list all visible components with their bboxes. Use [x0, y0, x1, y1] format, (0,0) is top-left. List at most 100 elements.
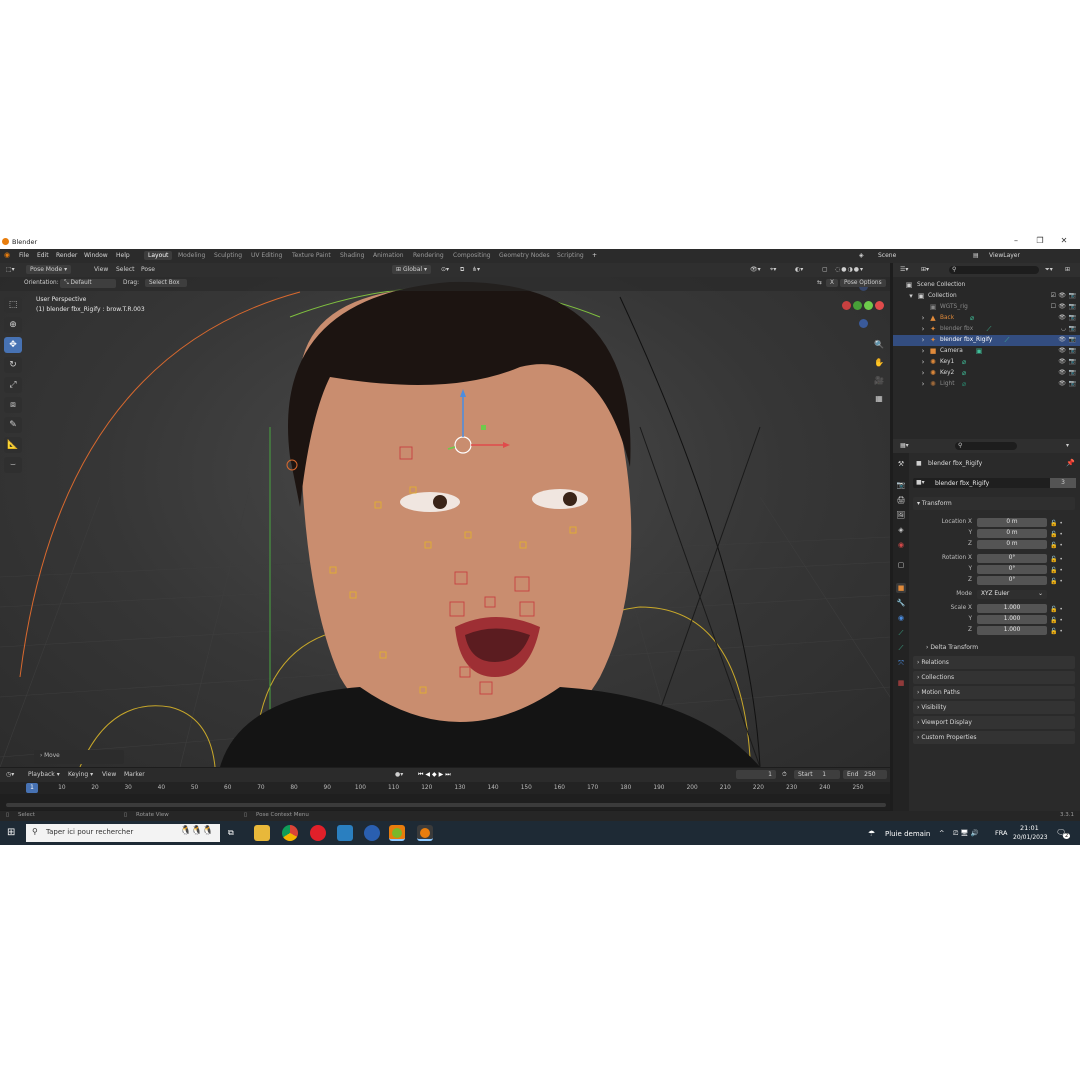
- list-item-wgts[interactable]: ▣ WGTS_rig ☐ 👁 📷: [893, 302, 1080, 313]
- list-item-light[interactable]: › ✺ Light ⌀ 👁 📷: [893, 379, 1080, 390]
- eye-icon[interactable]: 👁: [1058, 369, 1066, 376]
- data-tab-icon[interactable]: ⤧: [896, 658, 906, 668]
- rotation-z-field[interactable]: 0°: [977, 576, 1047, 585]
- timeline-ruler[interactable]: 1 10 20 30 40 50 60 70 80 90 100 110 120 130 140 150 160…: [0, 782, 890, 794]
- expand-icon[interactable]: ›: [919, 347, 927, 355]
- menu-timeline-view[interactable]: View: [102, 771, 116, 778]
- gizmo-neg-z-axis[interactable]: [859, 319, 868, 328]
- viewlayer-name[interactable]: ViewLayer: [989, 252, 1020, 259]
- eye-icon[interactable]: 👁: [1058, 303, 1066, 310]
- tab-uv-editing[interactable]: UV Editing: [251, 252, 282, 259]
- tab-geometry-nodes[interactable]: Geometry Nodes: [499, 252, 550, 259]
- scene-tab-icon[interactable]: ◈: [896, 525, 906, 535]
- outliner-search-input[interactable]: ⚲: [949, 266, 1039, 274]
- current-frame-field[interactable]: 1: [736, 770, 776, 779]
- list-item-collection[interactable]: ▾ ▣ Collection ☑ 👁 📷: [893, 291, 1080, 302]
- drag-dropdown[interactable]: Select Box: [145, 279, 187, 287]
- location-x-field[interactable]: 0 m: [977, 518, 1047, 527]
- mirror-x-toggle[interactable]: X: [826, 279, 838, 287]
- tab-layout[interactable]: Layout: [144, 251, 173, 260]
- eye-icon[interactable]: 👁: [1058, 314, 1066, 321]
- render-icon[interactable]: 📷: [1069, 292, 1076, 299]
- gizmo-y-axis[interactable]: [864, 301, 873, 310]
- clock-time[interactable]: 21:01: [1020, 824, 1039, 832]
- xray-icon[interactable]: ▢: [822, 266, 828, 273]
- expand-icon[interactable]: ›: [919, 369, 927, 377]
- end-frame-field[interactable]: End 250: [843, 770, 887, 779]
- menu-playback[interactable]: Playback ▾: [28, 771, 60, 778]
- properties-options-icon[interactable]: ▾: [1066, 442, 1069, 449]
- pose-options-dropdown[interactable]: Pose Options: [840, 279, 886, 287]
- maximize-icon[interactable]: ❐: [1034, 236, 1046, 245]
- grid-view-icon[interactable]: ▦: [873, 393, 885, 405]
- display-mode-icon[interactable]: ⊞▾: [921, 266, 929, 273]
- clock-date[interactable]: 20/01/2023: [1013, 834, 1048, 841]
- viewlayer-icon[interactable]: ▤: [973, 252, 979, 259]
- properties-search-input[interactable]: ⚲: [955, 442, 1017, 450]
- texture-tab-icon[interactable]: ▦: [896, 678, 906, 688]
- active-app-icon[interactable]: [389, 825, 405, 841]
- c-app-icon[interactable]: [364, 825, 380, 841]
- eye-icon[interactable]: 👁: [1058, 358, 1066, 365]
- render-icon[interactable]: 📷: [1069, 325, 1076, 332]
- windows-start-icon[interactable]: ⊞: [7, 827, 15, 838]
- lock-icons-column[interactable]: 🔓 • 🔓 • 🔓 •: [1050, 518, 1063, 551]
- rotation-x-field[interactable]: 0°: [977, 554, 1047, 563]
- minimize-icon[interactable]: –: [1010, 236, 1022, 245]
- orientation-dropdown[interactable]: ⤡ Default: [60, 279, 116, 288]
- camera-view-icon[interactable]: 🎥: [873, 375, 885, 387]
- mirror-icon[interactable]: ⇆: [817, 280, 822, 286]
- object-tab-icon[interactable]: ■: [896, 583, 906, 593]
- overlay-toggle-icon[interactable]: ◐▾: [795, 266, 803, 273]
- transform-tool-icon[interactable]: ⧈: [4, 397, 22, 413]
- transform-section-header[interactable]: ▾ Transform: [913, 497, 1075, 510]
- move-tool-icon[interactable]: ✥: [4, 337, 22, 353]
- render-icon[interactable]: 📷: [1069, 358, 1076, 365]
- render-icon[interactable]: 📷: [1069, 369, 1076, 376]
- modifiers-tab-icon[interactable]: 🔧: [896, 598, 906, 608]
- timeline-scrollbar[interactable]: [6, 803, 886, 807]
- render-icon[interactable]: 📷: [1069, 347, 1076, 354]
- collection-tab-icon[interactable]: ▢: [896, 560, 906, 570]
- eye-icon[interactable]: 👁: [1058, 292, 1066, 299]
- chrome-icon[interactable]: [282, 825, 298, 841]
- snap-icon[interactable]: ⧉: [460, 266, 464, 274]
- view-layer-tab-icon[interactable]: 🖼: [896, 510, 906, 520]
- scale-tool-icon[interactable]: ⤢: [4, 377, 22, 393]
- tab-compositing[interactable]: Compositing: [453, 252, 491, 259]
- cursor-tool-icon[interactable]: ⊕: [4, 317, 22, 333]
- menu-select[interactable]: Select: [116, 266, 135, 273]
- editor-type-icon[interactable]: ⬚▾: [6, 266, 15, 273]
- object-name-field[interactable]: ■▾ blender fbx_Rigify 3: [913, 478, 1076, 488]
- gizmo-neg-y-axis[interactable]: [853, 301, 862, 310]
- scale-x-field[interactable]: 1.000: [977, 604, 1047, 613]
- new-collection-icon[interactable]: ⊞: [1065, 266, 1070, 273]
- pin-icon[interactable]: 📌: [1066, 459, 1075, 467]
- start-frame-field[interactable]: Start 1: [794, 770, 840, 779]
- measure-tool-icon[interactable]: 📐: [4, 437, 22, 453]
- pivot-icon[interactable]: ⊙▾: [441, 266, 449, 273]
- scene-icon[interactable]: ◈: [859, 252, 864, 259]
- tray-status-icons[interactable]: ⎚ 🖥 🔊: [953, 829, 979, 838]
- expand-icon[interactable]: ›: [919, 358, 927, 366]
- render-icon[interactable]: 📷: [1069, 380, 1076, 387]
- scale-z-field[interactable]: 1.000: [977, 626, 1047, 635]
- gizmo-toggle-icon[interactable]: ⌖▾: [770, 266, 776, 274]
- render-icon[interactable]: 📷: [1069, 303, 1076, 310]
- lock-icons-column[interactable]: 🔓 • 🔓 • 🔓 •: [1050, 554, 1063, 587]
- output-tab-icon[interactable]: 🖨: [896, 495, 906, 505]
- collections-section[interactable]: › Collections: [913, 671, 1075, 684]
- weather-icon[interactable]: ☂: [868, 829, 875, 838]
- timeline-body[interactable]: [0, 794, 890, 810]
- blender-menu-icon[interactable]: ◉: [4, 251, 10, 259]
- motion-paths-section[interactable]: › Motion Paths: [913, 686, 1075, 699]
- gizmo-x-axis[interactable]: [875, 301, 884, 310]
- record-icon[interactable]: ●▾: [395, 771, 403, 778]
- render-icon[interactable]: 📷: [1069, 314, 1076, 321]
- rotate-tool-icon[interactable]: ↻: [4, 357, 22, 373]
- list-item-key1[interactable]: › ✺ Key1 ⌀ 👁 📷: [893, 357, 1080, 368]
- eye-icon[interactable]: 👁: [1058, 336, 1066, 343]
- properties-editor-icon[interactable]: ▦▾: [900, 442, 909, 449]
- task-view-icon[interactable]: ⧉: [228, 828, 234, 838]
- gizmo-neg-x-axis[interactable]: [842, 301, 851, 310]
